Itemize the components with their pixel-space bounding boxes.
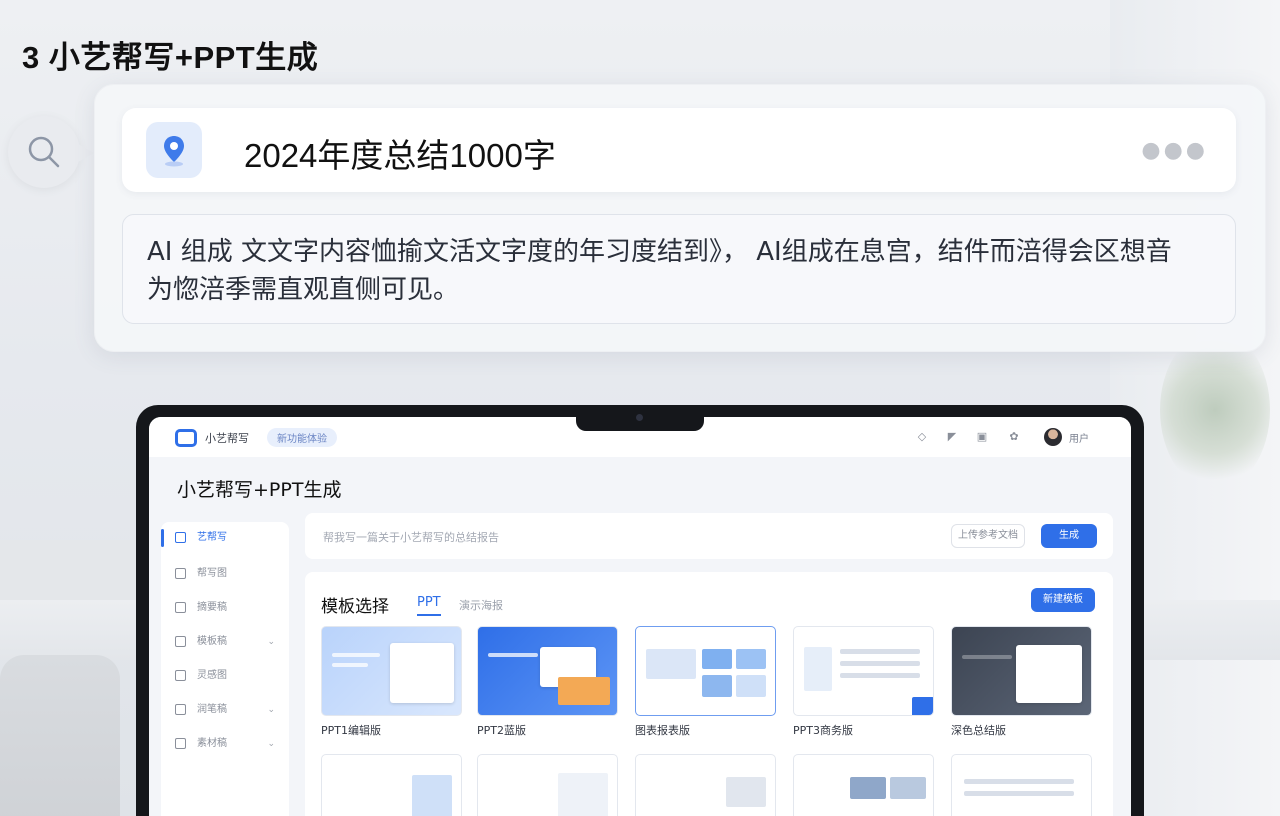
laptop-frame: 小艺帮写 新功能体验 ◇ ◤ ▣ ✿ 用户 小艺帮写+PPT生成 艺帮写 帮写图… xyxy=(136,405,1144,816)
background-chair xyxy=(0,655,120,816)
search-icon-bubble[interactable] xyxy=(8,116,94,188)
app-logo-icon xyxy=(175,429,197,447)
template-card-label: PPT1编辑版 xyxy=(321,724,381,737)
template-card[interactable] xyxy=(951,626,1092,716)
sidebar: 艺帮写 帮写图 摘要稿 模板稿 ⌄ 灵感图 润笔稿 ⌄ 素材稿 ⌄ xyxy=(161,522,289,816)
prompt-row: 帮我写一篇关于小艺帮写的总结报告 上传参考文档 生成 xyxy=(305,513,1113,559)
search-icon xyxy=(28,136,60,168)
sidebar-item-label: 摘要稿 xyxy=(197,602,227,613)
template-card[interactable] xyxy=(477,754,618,816)
sidebar-item-template[interactable]: 模板稿 ⌄ xyxy=(161,630,289,654)
template-card[interactable] xyxy=(321,754,462,816)
sidebar-item-summary[interactable]: 摘要稿 xyxy=(161,596,289,620)
chevron-down-icon: ⌄ xyxy=(267,705,275,715)
image-icon xyxy=(175,568,186,579)
template-card-label: PPT3商务版 xyxy=(793,724,853,737)
sidebar-item-polish[interactable]: 润笔稿 ⌄ xyxy=(161,698,289,722)
settings-icon[interactable]: ✿ xyxy=(1007,430,1021,444)
laptop-screen: 小艺帮写 新功能体验 ◇ ◤ ▣ ✿ 用户 小艺帮写+PPT生成 艺帮写 帮写图… xyxy=(149,417,1131,816)
app-page-title: 小艺帮写+PPT生成 xyxy=(177,479,342,501)
people-icon xyxy=(175,670,186,681)
sidebar-item-image[interactable]: 帮写图 xyxy=(161,562,289,586)
user-name[interactable]: 用户 xyxy=(1069,430,1089,445)
camera-notch xyxy=(576,405,704,431)
background-shelf xyxy=(0,540,140,600)
sidebar-item-label: 模板稿 xyxy=(197,636,227,647)
sidebar-item-label: 艺帮写 xyxy=(197,532,227,543)
template-card-label: 图表报表版 xyxy=(635,724,690,737)
sidebar-item-write[interactable]: 艺帮写 xyxy=(161,526,289,550)
notification-icon[interactable]: ◇ xyxy=(915,430,929,444)
app-name: 小艺帮写 xyxy=(205,432,249,445)
edit-icon xyxy=(175,704,186,715)
sidebar-item-material[interactable]: 素材稿 ⌄ xyxy=(161,732,289,756)
template-card[interactable] xyxy=(477,626,618,716)
more-horizontal-icon[interactable]: ●●● xyxy=(1141,138,1208,163)
sidebar-item-inspiration[interactable]: 灵感图 xyxy=(161,664,289,688)
template-card[interactable] xyxy=(793,754,934,816)
new-template-button[interactable]: 新建模板 xyxy=(1031,588,1095,612)
page-heading: 3 小艺帮写+PPT生成 xyxy=(22,40,319,75)
template-card[interactable] xyxy=(635,754,776,816)
sidebar-item-label: 帮写图 xyxy=(197,568,227,579)
chevron-down-icon: ⌄ xyxy=(267,637,275,647)
sidebar-item-label: 润笔稿 xyxy=(197,704,227,715)
home-icon xyxy=(175,532,186,543)
template-card[interactable] xyxy=(321,626,462,716)
template-card[interactable] xyxy=(951,754,1092,816)
prompt-input[interactable]: 帮我写一篇关于小艺帮写的总结报告 xyxy=(323,529,499,545)
template-card[interactable] xyxy=(793,626,934,716)
calendar-icon[interactable]: ▣ xyxy=(975,430,989,444)
share-icon[interactable]: ◤ xyxy=(945,430,959,444)
tab-ppt[interactable]: PPT xyxy=(417,595,441,616)
upload-button[interactable]: 上传参考文档 xyxy=(951,524,1025,548)
template-card-label: 深色总结版 xyxy=(951,724,1006,737)
query-text: 2024年度总结1000字 xyxy=(244,137,556,174)
background-plant xyxy=(1160,330,1270,490)
answer-line-2: 为惚涪季需直观直侧可见。 xyxy=(147,275,460,305)
query-bar[interactable]: 2024年度总结1000字 ●●● xyxy=(122,108,1236,192)
answer-line-1: AI 组成 文文字内容恤揄文活文字度的年习度结到》， AI组成在息宫，结件而涪得… xyxy=(147,237,1172,267)
location-pin-icon xyxy=(164,136,184,167)
chevron-down-icon: ⌄ xyxy=(267,739,275,749)
folder-icon xyxy=(175,738,186,749)
avatar[interactable] xyxy=(1044,428,1062,446)
document-icon xyxy=(175,602,186,613)
feature-tag[interactable]: 新功能体验 xyxy=(267,428,337,447)
template-icon xyxy=(175,636,186,647)
tab-poster[interactable]: 演示海报 xyxy=(459,597,503,613)
template-section: 模板选择 PPT 演示海报 新建模板 PPT1编辑版 PPT2蓝版 图表报表版 … xyxy=(305,572,1113,816)
answer-text-box: AI 组成 文文字内容恤揄文活文字度的年习度结到》， AI组成在息宫，结件而涪得… xyxy=(122,214,1236,324)
sidebar-item-label: 素材稿 xyxy=(197,738,227,749)
sidebar-item-label: 灵感图 xyxy=(197,670,227,681)
template-card[interactable] xyxy=(635,626,776,716)
template-card-label: PPT2蓝版 xyxy=(477,724,526,737)
template-section-title: 模板选择 xyxy=(321,597,389,617)
app-badge xyxy=(146,122,202,178)
generate-button[interactable]: 生成 xyxy=(1041,524,1097,548)
